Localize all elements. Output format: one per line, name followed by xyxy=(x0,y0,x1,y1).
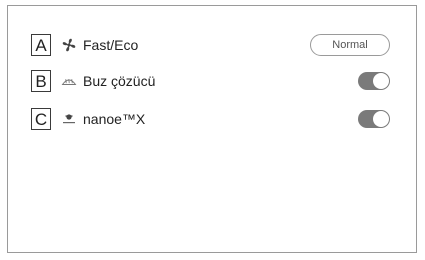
callout-b: B xyxy=(31,70,51,92)
nanoe-toggle[interactable] xyxy=(358,110,390,128)
setting-row-defroster: B Buz çözücü xyxy=(31,69,390,93)
fast-eco-mode-button[interactable]: Normal xyxy=(310,34,390,56)
defroster-icon xyxy=(61,75,77,87)
setting-label-nanoe: nanoe™X xyxy=(83,111,146,127)
nanoe-icon xyxy=(61,113,77,125)
setting-row-fast-eco: A Fast/Eco Normal xyxy=(31,33,390,57)
settings-panel: A Fast/Eco Normal B Buz çözücü C nanoe™X xyxy=(7,5,417,253)
callout-c: C xyxy=(31,108,51,130)
toggle-knob xyxy=(373,73,389,89)
toggle-knob xyxy=(373,111,389,127)
setting-label-fast-eco: Fast/Eco xyxy=(83,37,139,53)
setting-label-defroster: Buz çözücü xyxy=(83,73,156,89)
setting-row-nanoe: C nanoe™X xyxy=(31,107,390,131)
defroster-toggle[interactable] xyxy=(358,72,390,90)
callout-a: A xyxy=(31,34,51,56)
fan-icon xyxy=(61,37,77,53)
